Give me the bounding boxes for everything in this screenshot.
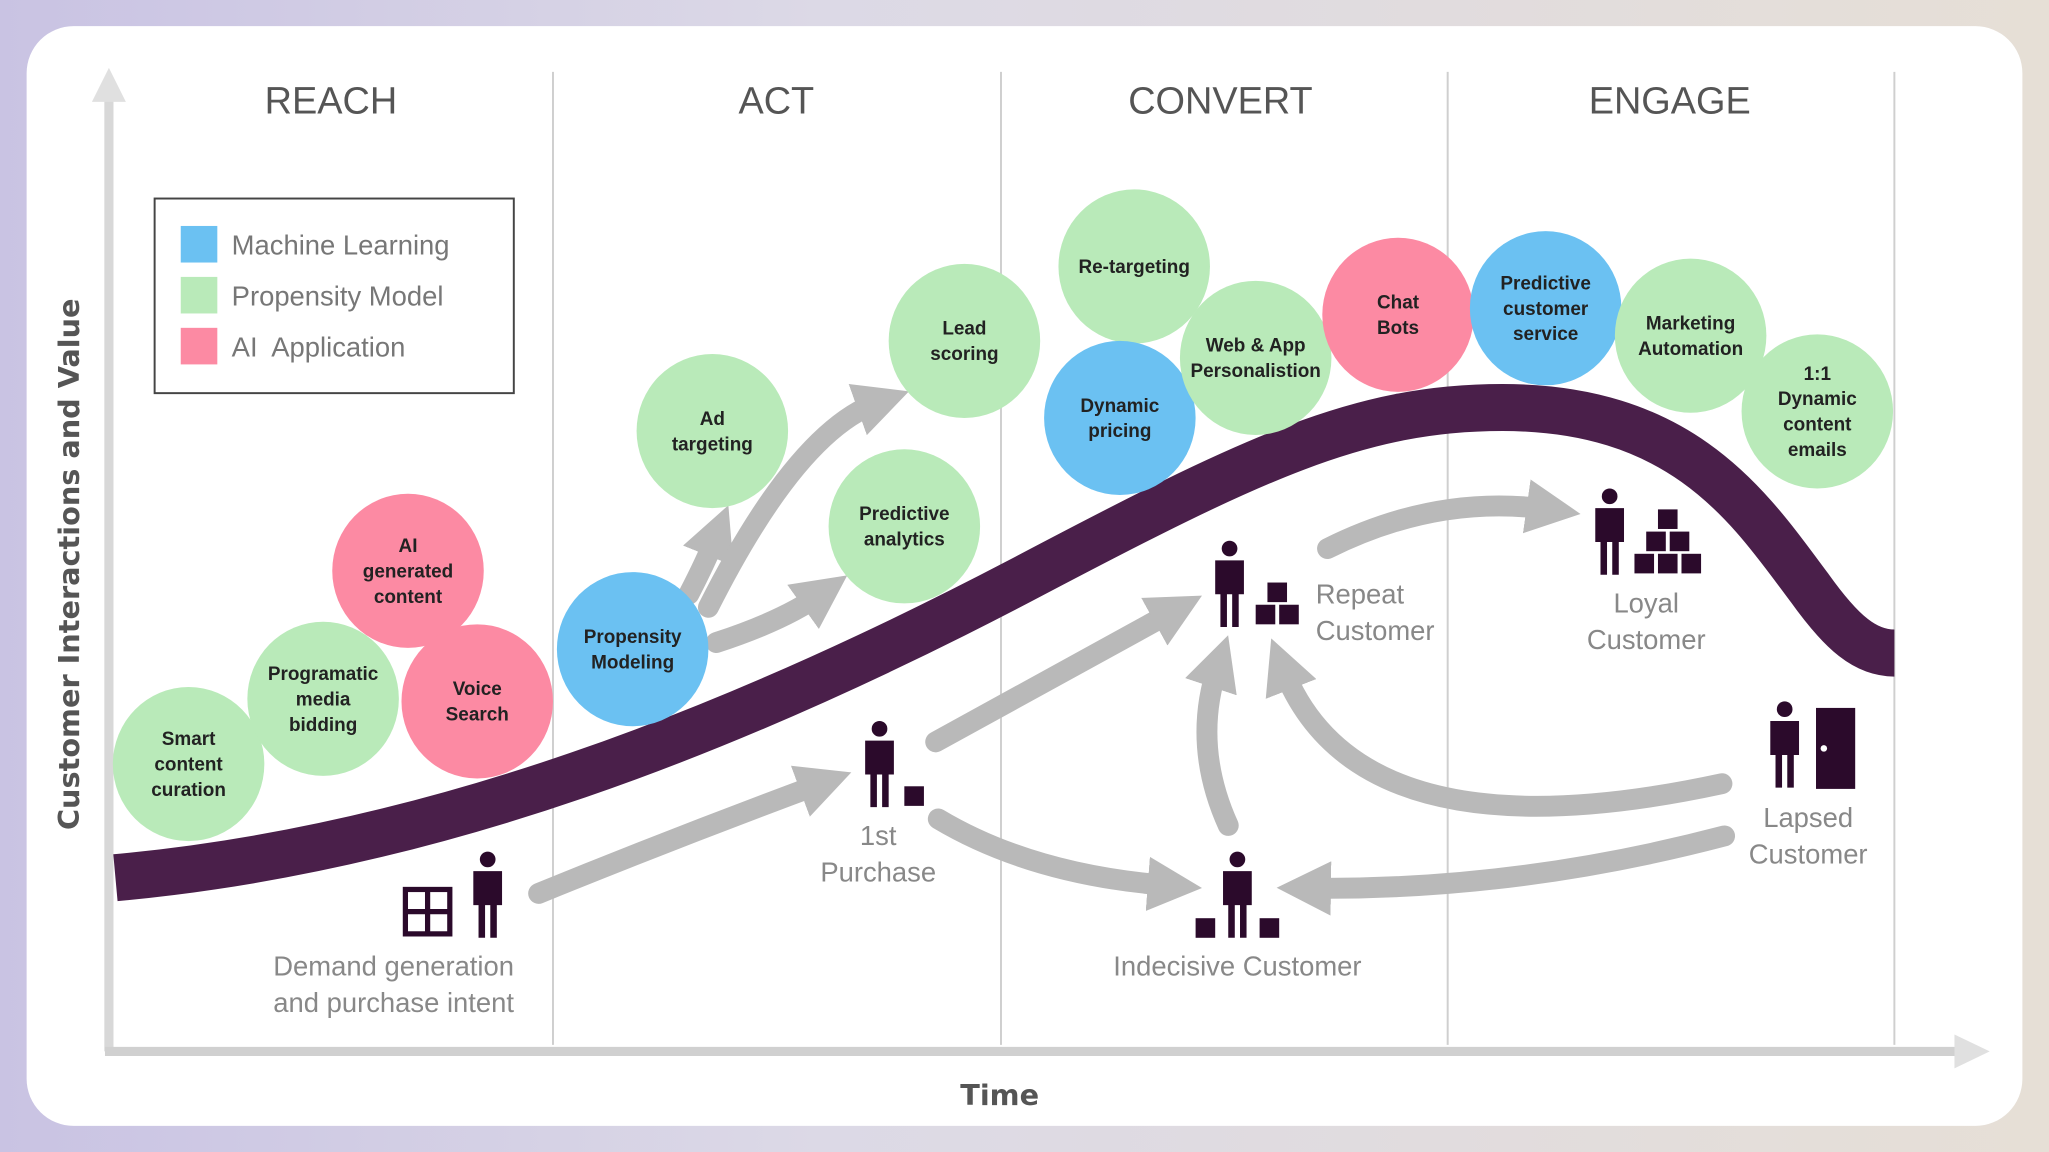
- x-axis-label: Time: [960, 1078, 1039, 1112]
- box-icon: [1259, 918, 1280, 938]
- bubble-label: Smart content curation: [151, 729, 226, 801]
- box-icon: [904, 786, 924, 806]
- y-axis-label: Customer Interactions and Value: [52, 298, 86, 830]
- bubble-1-1-dynamic-content-emails: 1:1 Dynamic content emails: [1741, 334, 1894, 489]
- header-convert: CONVERT: [1128, 81, 1312, 123]
- legend-swatch-pm: [180, 276, 218, 314]
- legend-label-ml: Machine Learning: [232, 230, 450, 261]
- bubble-lead-scoring: Lead scoring: [888, 263, 1041, 418]
- bubble-chat-bots: Chat Bots: [1322, 237, 1474, 392]
- bubble-circle: [1179, 280, 1332, 435]
- bubble-circle: [401, 624, 553, 779]
- box-icon: [1195, 918, 1216, 938]
- legend: Machine Learning Propensity Model AI App…: [153, 197, 515, 395]
- bubble-ai-generated-content: AI generated content: [332, 493, 484, 648]
- legend-swatch-ml: [180, 225, 218, 263]
- stage-label: Indecisive Customer: [1113, 951, 1361, 982]
- legend-label-pm: Propensity Model: [232, 281, 444, 312]
- bubble-re-targeting: Re-targeting: [1058, 189, 1210, 344]
- bubble-circle: [1741, 334, 1894, 489]
- bubble-web-app-personalistion: Web & App Personalistion: [1179, 280, 1332, 435]
- header-reach: REACH: [265, 81, 398, 123]
- bubble-dynamic-pricing: Dynamic pricing: [1044, 340, 1196, 496]
- bubble-circle: [1044, 340, 1196, 496]
- bubble-circle: [556, 572, 709, 727]
- bubble-ad-targeting: Ad targeting: [636, 353, 789, 509]
- legend-swatch-ai: [180, 327, 218, 365]
- legend-label-ai: AI Application: [232, 332, 406, 363]
- bubble-label: Predictive customer service: [1500, 273, 1590, 345]
- customer-journey-diagram: Customer Interactions and Value Time REA…: [26, 26, 2023, 1126]
- bubble-circle: [828, 449, 981, 604]
- bubble-predictive-analytics: Predictive analytics: [828, 449, 981, 604]
- bubble-circle: [888, 263, 1041, 418]
- bubble-circle: [1614, 258, 1767, 413]
- bubble-predictive-customer-service: Predictive customer service: [1469, 231, 1622, 386]
- bubble-marketing-automation: Marketing Automation: [1614, 258, 1767, 413]
- bubble-voice-search: Voice Search: [401, 624, 553, 779]
- bubble-programatic-media-bidding: Programatic media bidding: [247, 621, 399, 776]
- bubble-circle: [1322, 237, 1474, 392]
- header-act: ACT: [738, 81, 814, 123]
- bubble-circle: [636, 353, 789, 509]
- bubble-propensity-modeling: Propensity Modeling: [556, 572, 709, 727]
- bubble-smart-content-curation: Smart content curation: [112, 687, 265, 842]
- bubble-label: Re-targeting: [1078, 257, 1189, 278]
- header-engage: ENGAGE: [1589, 81, 1751, 123]
